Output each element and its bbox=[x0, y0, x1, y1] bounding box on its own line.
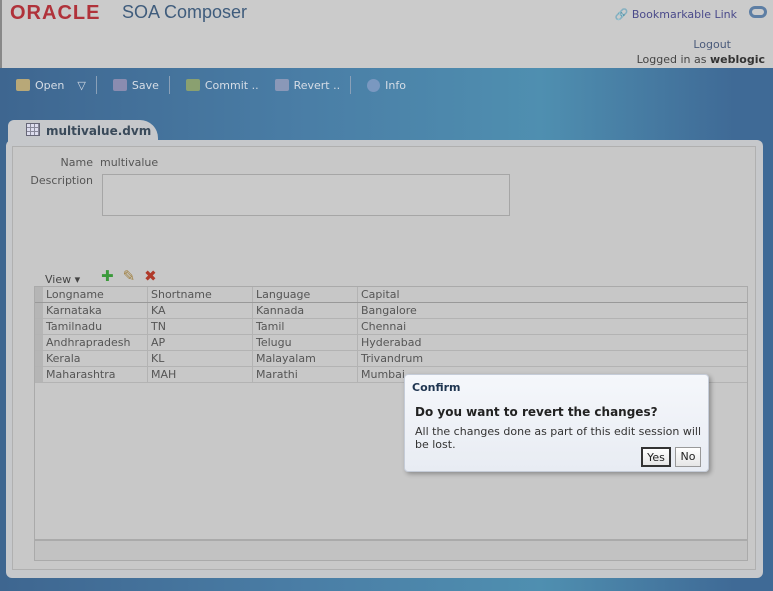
chevron-down-icon[interactable]: ▽ bbox=[77, 79, 85, 92]
column-header[interactable]: Longname bbox=[43, 287, 148, 302]
table-cell[interactable]: Kannada bbox=[253, 303, 358, 318]
table-header: Longname Shortname Language Capital bbox=[35, 287, 747, 303]
row-header bbox=[35, 287, 43, 302]
confirm-dialog: Confirm Do you want to revert the change… bbox=[404, 374, 709, 472]
column-header[interactable]: Language bbox=[253, 287, 358, 302]
add-row-icon[interactable]: ✚ bbox=[101, 267, 114, 285]
app-title: SOA Composer bbox=[122, 2, 248, 22]
name-value: multivalue bbox=[100, 156, 159, 169]
description-input[interactable] bbox=[102, 174, 510, 216]
info-label: Info bbox=[385, 78, 406, 92]
divider bbox=[168, 76, 170, 94]
view-label: View bbox=[45, 273, 72, 286]
table-icon bbox=[26, 123, 40, 136]
revert-icon bbox=[274, 79, 289, 91]
name-label: Name bbox=[60, 156, 93, 169]
save-label: Save bbox=[131, 78, 159, 92]
bookmarkable-link[interactable]: 🔗 Bookmarkable Link bbox=[615, 8, 737, 21]
commit-label: Commit .. bbox=[204, 78, 259, 92]
table-cell[interactable]: AP bbox=[148, 335, 253, 350]
folder-icon bbox=[16, 79, 30, 91]
column-header[interactable]: Capital bbox=[358, 287, 747, 302]
column-header[interactable]: Shortname bbox=[148, 287, 253, 302]
editor-panel: Name multivalue Description View ▾ ✚ ✎ ✖… bbox=[6, 140, 763, 578]
table-cell[interactable]: Trivandrum bbox=[358, 351, 747, 366]
login-prefix: Logged in as bbox=[636, 53, 707, 66]
open-button[interactable]: Open ▽ bbox=[16, 79, 86, 92]
table-cell[interactable]: Bangalore bbox=[358, 303, 747, 318]
row-header[interactable] bbox=[35, 319, 43, 334]
link-icon: 🔗 bbox=[614, 8, 629, 21]
oracle-o-icon bbox=[749, 6, 767, 18]
table-cell[interactable]: MAH bbox=[148, 367, 253, 382]
username: weblogic bbox=[710, 53, 765, 66]
table-cell[interactable]: Malayalam bbox=[253, 351, 358, 366]
header: ORACLE SOA Composer 🔗 Bookmarkable Link … bbox=[0, 0, 773, 68]
logout-link[interactable]: Logout bbox=[693, 38, 731, 51]
table-cell[interactable]: Tamil bbox=[253, 319, 358, 334]
dialog-title: Confirm bbox=[412, 381, 461, 394]
row-header[interactable] bbox=[35, 335, 43, 350]
table-cell[interactable]: Telugu bbox=[253, 335, 358, 350]
table-cell[interactable]: Hyderabad bbox=[358, 335, 747, 350]
tab-label: multivalue.dvm bbox=[46, 124, 152, 138]
bookmarkable-link-label: Bookmarkable Link bbox=[631, 8, 737, 21]
info-icon bbox=[367, 78, 381, 92]
revert-label: Revert .. bbox=[293, 78, 341, 92]
commit-button[interactable]: Commit .. bbox=[185, 78, 259, 92]
divider bbox=[350, 76, 352, 94]
info-button[interactable]: Info bbox=[367, 78, 406, 92]
table-cell[interactable]: TN bbox=[148, 319, 253, 334]
edit-pencil-icon[interactable]: ✎ bbox=[123, 267, 136, 285]
dialog-question: Do you want to revert the changes? bbox=[415, 405, 658, 419]
table-actions: ✚ ✎ ✖ bbox=[101, 267, 157, 285]
divider bbox=[95, 76, 97, 94]
no-button[interactable]: No bbox=[675, 447, 701, 467]
table-row[interactable]: Tamilnadu TN Tamil Chennai bbox=[35, 319, 747, 335]
table-cell[interactable]: Maharashtra bbox=[43, 367, 148, 382]
table-row[interactable]: Andhrapradesh AP Telugu Hyderabad bbox=[35, 335, 747, 351]
table-footer bbox=[34, 540, 748, 561]
table-cell[interactable]: Andhrapradesh bbox=[43, 335, 148, 350]
editor-content: Name multivalue Description View ▾ ✚ ✎ ✖… bbox=[12, 146, 756, 570]
table-row[interactable]: Kerala KL Malayalam Trivandrum bbox=[35, 351, 747, 367]
table-cell[interactable]: KL bbox=[148, 351, 253, 366]
table-cell[interactable]: KA bbox=[148, 303, 253, 318]
save-button[interactable]: Save bbox=[112, 78, 159, 92]
table-cell[interactable]: Marathi bbox=[253, 367, 358, 382]
table-row[interactable]: Karnataka KA Kannada Bangalore bbox=[35, 303, 747, 319]
table-cell[interactable]: Kerala bbox=[43, 351, 148, 366]
delete-icon[interactable]: ✖ bbox=[144, 267, 157, 285]
row-header[interactable] bbox=[35, 367, 43, 382]
login-status: Logged in as weblogic bbox=[637, 53, 765, 66]
commit-icon bbox=[185, 79, 200, 91]
main-toolbar: Open ▽ Save Commit .. Revert .. Info bbox=[0, 72, 406, 98]
row-header[interactable] bbox=[35, 303, 43, 318]
table-cell[interactable]: Chennai bbox=[358, 319, 747, 334]
yes-button[interactable]: Yes bbox=[641, 447, 671, 467]
row-header[interactable] bbox=[35, 351, 43, 366]
oracle-logo: ORACLE bbox=[10, 2, 101, 24]
open-label: Open bbox=[35, 78, 65, 92]
description-label: Description bbox=[30, 174, 93, 187]
save-icon bbox=[112, 79, 127, 91]
table-cell[interactable]: Tamilnadu bbox=[43, 319, 148, 334]
view-menu[interactable]: View ▾ bbox=[45, 273, 80, 286]
revert-button[interactable]: Revert .. bbox=[274, 78, 341, 92]
table-cell[interactable]: Karnataka bbox=[43, 303, 148, 318]
